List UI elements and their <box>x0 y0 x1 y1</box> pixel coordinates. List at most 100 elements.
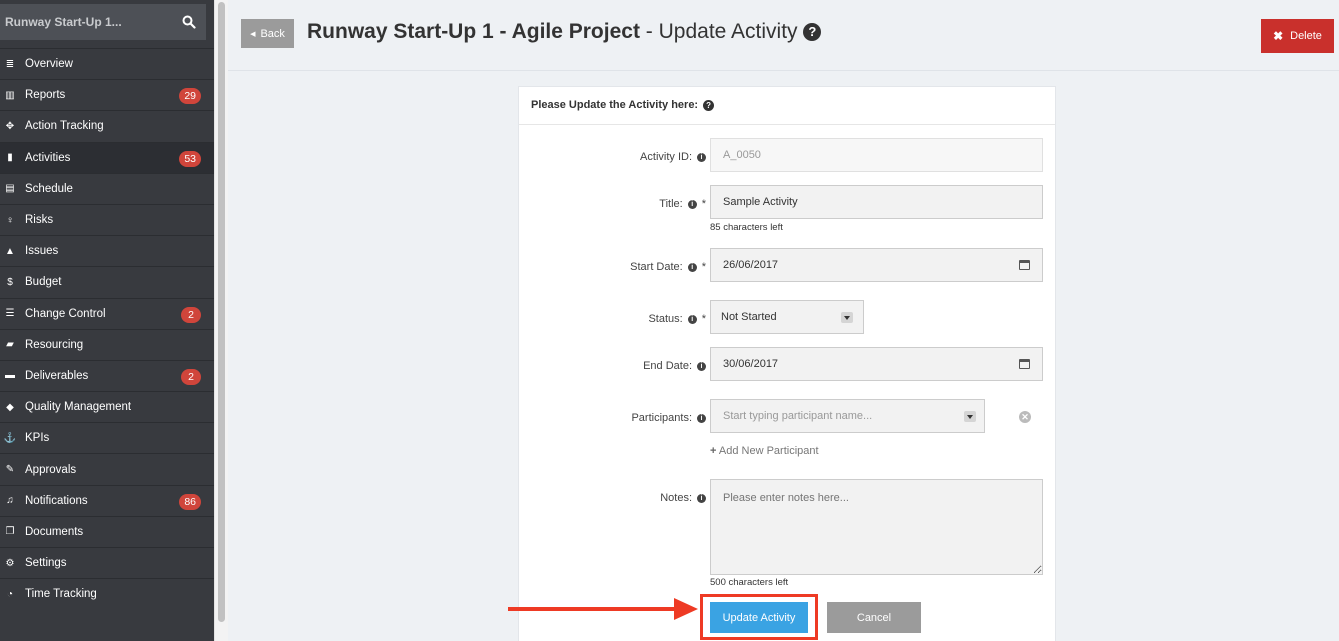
participants-placeholder: Start typing participant name... <box>723 410 873 422</box>
plus-icon: + <box>710 445 717 457</box>
delete-button[interactable]: ✖ Delete <box>1261 19 1334 53</box>
sidebar-item-action-tracking[interactable]: ✥ Action Tracking <box>0 110 214 141</box>
sidebar-scrollbar[interactable] <box>214 0 228 641</box>
end-date-label: End Date: i <box>643 360 706 372</box>
start-date-label-text: Start Date: <box>630 261 683 273</box>
sidebar-item-overview[interactable]: ≣ Overview <box>0 48 214 79</box>
sidebar-item-budget[interactable]: $ Budget <box>0 266 214 297</box>
sidebar-item-label: Budget <box>25 276 62 289</box>
required-mark: * <box>701 198 706 210</box>
form-heading: Please Update the Activity here:? <box>519 87 1055 125</box>
add-participant-label: Add New Participant <box>718 445 819 457</box>
status-label-text: Status: <box>648 313 683 325</box>
sidebar-item-label: Approvals <box>25 463 77 476</box>
list-icon: ≣ <box>5 58 15 70</box>
sidebar-item-reports[interactable]: ▥ Reports 29 <box>0 79 214 110</box>
activity-id-label-text: Activity ID: <box>640 151 692 163</box>
help-icon[interactable]: ? <box>803 23 822 41</box>
back-button[interactable]: ◀ Back <box>241 19 294 48</box>
project-selector[interactable]: Runway Start-Up 1... <box>0 4 206 40</box>
sidebar-nav: ≣ Overview ▥ Reports 29 ✥ Action Tracking ▮ Acti… <box>0 48 214 609</box>
sidebar-item-label: Notifications <box>25 494 88 507</box>
cancel-button[interactable]: Cancel <box>827 602 921 633</box>
page-title-project: Runway Start-Up 1 - Agile Project <box>307 20 640 43</box>
sidebar-item-schedule[interactable]: ▤ Schedule <box>0 172 214 204</box>
sidebar-item-time-tracking[interactable]: ◔ Time Tracking <box>0 578 214 609</box>
sidebar-item-approvals[interactable]: ✎ Approvals <box>0 453 214 484</box>
activity-id-field: A_0050 <box>710 138 1043 172</box>
sidebar-item-issues[interactable]: ▲ Issues <box>0 235 214 266</box>
sidebar-item-label: Deliverables <box>25 369 89 382</box>
update-activity-form: Please Update the Activity here:? Activi… <box>518 86 1056 641</box>
notes-label-text: Notes: <box>660 492 692 504</box>
remove-participant-icon[interactable]: ✕ <box>1019 411 1031 423</box>
bell-icon: ♫ <box>6 495 14 507</box>
sidebar-item-notifications[interactable]: ♫ Notifications 86 <box>0 484 214 516</box>
sidebar-item-deliverables[interactable]: ▬ Deliverables 2 <box>0 359 214 391</box>
info-icon[interactable]: i <box>687 314 697 324</box>
sidebar-item-risks[interactable]: ♀ Risks <box>0 203 214 235</box>
title-input[interactable]: Sample Activity <box>710 185 1043 219</box>
title-label-text: Title: <box>659 198 683 210</box>
back-label: Back <box>260 27 285 40</box>
end-date-value: 30/06/2017 <box>723 358 779 370</box>
scrollbar-thumb[interactable] <box>218 2 225 622</box>
sidebar-item-documents[interactable]: ❐ Documents <box>0 515 214 547</box>
info-icon[interactable]: i <box>697 413 706 423</box>
required-mark: * <box>701 313 706 325</box>
notes-textarea[interactable] <box>710 479 1043 575</box>
chevron-down-icon <box>841 311 853 323</box>
calendar-icon: ▤ <box>5 183 15 195</box>
participants-label: Participants: i <box>631 412 706 424</box>
sidebar-item-label: Overview <box>25 58 73 71</box>
participants-label-text: Participants: <box>631 412 692 424</box>
calendar-icon[interactable] <box>1019 359 1030 369</box>
bar-chart-icon: ▥ <box>5 89 15 101</box>
info-icon[interactable]: i <box>687 199 697 209</box>
tag-icon: ◆ <box>6 401 14 413</box>
sidebar-item-label: Change Control <box>25 307 106 320</box>
status-select[interactable]: Not Started <box>710 300 864 334</box>
notes-label: Notes: i <box>660 492 706 504</box>
sidebar-item-label: Quality Management <box>25 401 132 414</box>
project-name: Runway Start-Up 1... <box>5 15 122 29</box>
sidebar-item-label: Resourcing <box>25 338 84 351</box>
sidebar-item-label: KPIs <box>25 432 50 445</box>
start-date-input[interactable]: 26/06/2017 <box>710 248 1043 282</box>
clock-icon: ◔ <box>6 588 14 600</box>
dollar-icon: $ <box>7 276 13 288</box>
sidebar-item-kpis[interactable]: ⚓ KPIs <box>0 422 214 453</box>
participants-input[interactable]: Start typing participant name... <box>710 399 985 433</box>
calendar-icon[interactable] <box>1019 260 1030 270</box>
search-icon[interactable] <box>182 15 196 29</box>
end-date-input[interactable]: 30/06/2017 <box>710 347 1043 381</box>
sidebar-item-label: Settings <box>25 557 67 570</box>
bookmark-icon: ▮ <box>7 152 13 164</box>
sidebar-item-settings[interactable]: ⚙ Settings <box>0 547 214 578</box>
sidebar-item-label: Risks <box>25 214 54 227</box>
start-date-label: Start Date: i * <box>630 261 706 273</box>
info-icon[interactable]: i <box>697 152 706 162</box>
sidebar-item-quality-management[interactable]: ◆ Quality Management <box>0 391 214 422</box>
sidebar-item-activities[interactable]: ▮ Activities 53 <box>0 141 214 173</box>
cogs-icon: ⚙ <box>5 557 15 569</box>
form-heading-text: Please Update the Activity here: <box>531 99 699 111</box>
sidebar-item-resourcing[interactable]: ▰ Resourcing <box>0 328 214 360</box>
warning-icon: ▲ <box>5 245 15 257</box>
count-badge: 29 <box>179 88 201 105</box>
sidebar-item-label: Issues <box>25 245 59 258</box>
help-icon[interactable]: ? <box>703 100 715 111</box>
info-icon[interactable]: i <box>697 493 706 503</box>
close-icon: ✖ <box>1273 29 1284 43</box>
annotation-arrow-line <box>508 607 678 611</box>
info-icon[interactable]: i <box>697 361 706 371</box>
tasks-icon: ☰ <box>5 308 15 320</box>
page-header: ◀ Back Runway Start-Up 1 - Agile Project… <box>228 0 1339 71</box>
add-participant-link[interactable]: + Add New Participant <box>710 445 819 457</box>
activity-id-label: Activity ID: i <box>640 151 706 163</box>
sidebar: Runway Start-Up 1... ≣ Overview ▥ Reports 29… <box>0 0 214 641</box>
sidebar-item-change-control[interactable]: ☰ Change Control 2 <box>0 297 214 329</box>
title-label: Title: i * <box>659 198 706 210</box>
chevron-down-icon <box>964 410 976 422</box>
info-icon[interactable]: i <box>687 262 697 272</box>
